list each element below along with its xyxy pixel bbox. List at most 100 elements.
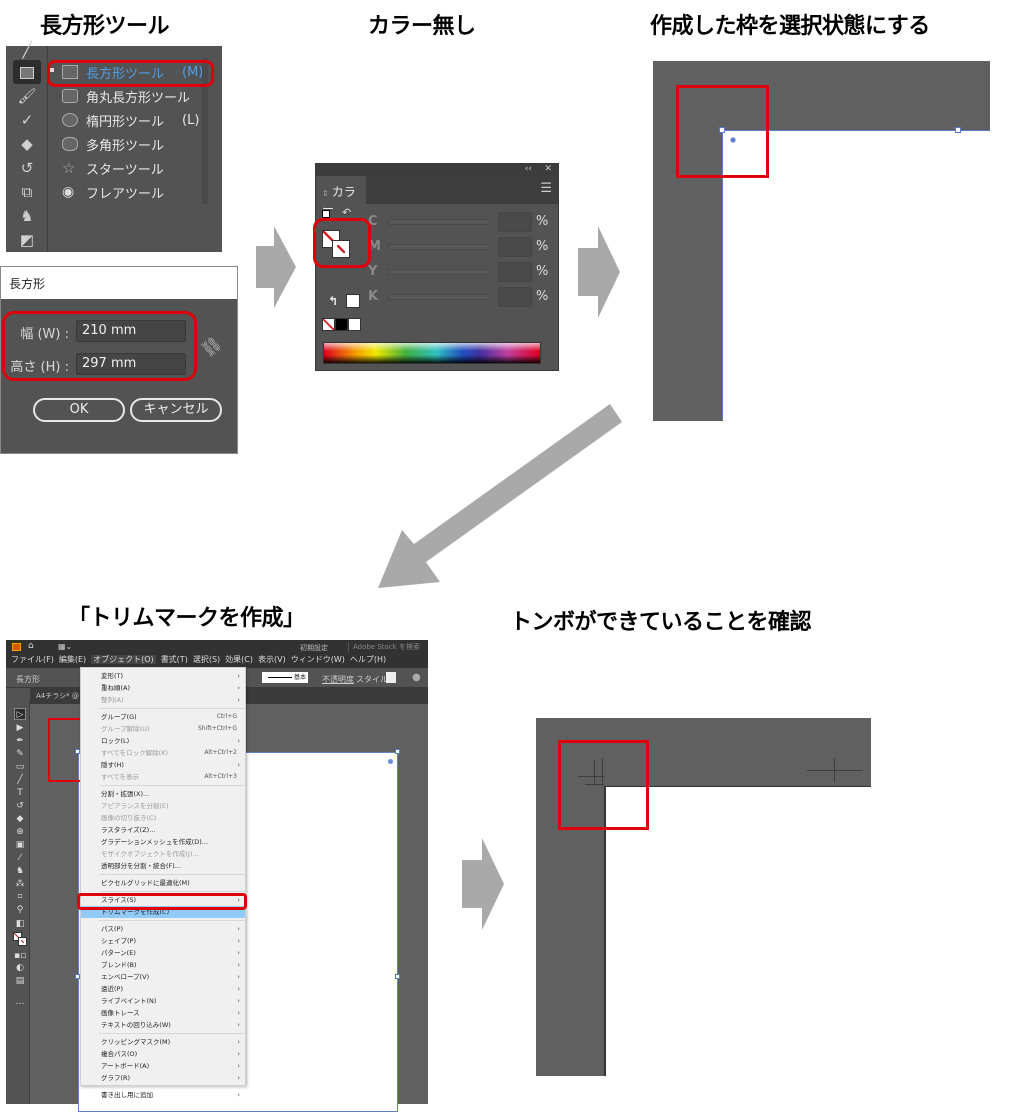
- menu-item[interactable]: ピクセルグリッドに最適化(M): [81, 877, 245, 889]
- type-tool-icon[interactable]: T: [14, 787, 26, 799]
- menu-help[interactable]: ヘルプ(H): [350, 655, 386, 664]
- rotate-tool-icon[interactable]: ↺: [14, 800, 26, 812]
- menu-item[interactable]: アピアランスを分割(E): [81, 800, 245, 812]
- color-mode-icons[interactable]: ▪▫: [14, 950, 26, 962]
- brush-tool-icon[interactable]: ╱: [14, 774, 26, 786]
- menu-item[interactable]: ロック(L) ›: [81, 735, 245, 747]
- menu-view[interactable]: 表示(V): [258, 655, 286, 664]
- menu-item[interactable]: ブレンド(B) ›: [81, 959, 245, 971]
- symbol-sprayer-icon[interactable]: ⁂: [14, 878, 26, 890]
- menu-edit[interactable]: 編集(E): [59, 655, 86, 664]
- menu-item[interactable]: グラデーションメッシュを作成(D)...: [81, 836, 245, 848]
- selection-handle[interactable]: [395, 749, 400, 754]
- eraser-icon[interactable]: ◆: [16, 134, 38, 154]
- close-icon[interactable]: ✕: [544, 164, 552, 174]
- channel-c-slider[interactable]: [388, 219, 490, 225]
- draw-mode-icon[interactable]: ◐: [14, 962, 26, 974]
- menu-item[interactable]: ライブペイント(N) ›: [81, 995, 245, 1007]
- color-spectrum[interactable]: [323, 342, 541, 364]
- menu-item[interactable]: グループ解除(U) Shift+Ctrl+G: [81, 723, 245, 735]
- white-swatch[interactable]: [348, 318, 361, 331]
- menu-item[interactable]: 整列(A) ›: [81, 694, 245, 706]
- menu-item[interactable]: クリッピングマスク(M) ›: [81, 1036, 245, 1048]
- selection-handle[interactable]: [395, 974, 400, 979]
- paintbrush-icon[interactable]: 🖌: [16, 86, 38, 106]
- menu-item[interactable]: パターン(E) ›: [81, 947, 245, 959]
- menu-window[interactable]: ウィンドウ(W): [291, 655, 345, 664]
- rotate-icon[interactable]: ↺: [16, 158, 38, 178]
- menu-item[interactable]: 透明部分を分割・統合(F)...: [81, 860, 245, 872]
- default-fill-stroke-icon[interactable]: ◧: [14, 918, 26, 930]
- panel-menu-icon[interactable]: ☰: [540, 181, 552, 196]
- tab-color[interactable]: ⇕ カラー: [316, 176, 366, 216]
- puppet-warp-icon[interactable]: ♞: [16, 206, 38, 226]
- menu-item[interactable]: テキストの回り込み(W) ›: [81, 1019, 245, 1031]
- rectangle-tool-icon[interactable]: [13, 60, 41, 84]
- none-swatch[interactable]: [322, 318, 335, 331]
- channel-y-input[interactable]: [498, 262, 532, 282]
- menu-item[interactable]: すべてをロック解除(K) Alt+Ctrl+2: [81, 747, 245, 759]
- artboard-tool-icon[interactable]: ⌗: [14, 891, 26, 903]
- menu-item[interactable]: グラフ(R) ›: [81, 1072, 245, 1084]
- zoom-tool-icon[interactable]: ⚲: [14, 904, 26, 916]
- pen-tool-icon[interactable]: ✒: [14, 735, 26, 747]
- home-icon[interactable]: ⌂: [28, 641, 34, 651]
- menu-item[interactable]: 変形(T) ›: [81, 670, 245, 682]
- menu-item[interactable]: ラスタライズ(Z)...: [81, 824, 245, 836]
- out-of-gamut-icon[interactable]: ↰: [328, 294, 338, 308]
- flyout-item-polygon[interactable]: 多角形ツール: [62, 134, 164, 154]
- workspace-switcher[interactable]: 初期設定: [300, 643, 328, 653]
- menu-item[interactable]: グループ(G) Ctrl+G: [81, 711, 245, 723]
- globe-icon[interactable]: ●: [412, 672, 421, 683]
- selection-tool-icon[interactable]: ▷: [14, 708, 26, 720]
- direct-selection-icon[interactable]: ▶: [14, 722, 26, 734]
- opacity-link[interactable]: 不透明度: [322, 674, 354, 685]
- menu-object[interactable]: オブジェクト(O): [91, 655, 156, 664]
- shape-builder-icon[interactable]: ⊕: [14, 826, 26, 838]
- puppet-warp-icon[interactable]: ♞: [14, 865, 26, 877]
- selection-handle[interactable]: [955, 127, 961, 133]
- menu-select[interactable]: 選択(S): [193, 655, 220, 664]
- line-tool-icon[interactable]: ╱: [16, 40, 38, 60]
- constrain-proportions-link-icon[interactable]: ⛓: [197, 333, 225, 361]
- channel-c-input[interactable]: [498, 212, 532, 232]
- stroke-none-indicator[interactable]: [18, 937, 27, 946]
- ok-button[interactable]: OK: [33, 398, 125, 422]
- channel-m-input[interactable]: [498, 237, 532, 257]
- gradient-tool-icon[interactable]: ▣: [14, 839, 26, 851]
- default-colors-icon[interactable]: [322, 210, 330, 218]
- menu-file[interactable]: ファイル(F): [11, 655, 54, 664]
- black-swatch[interactable]: [335, 318, 348, 331]
- screen-mode-icon[interactable]: ▤: [14, 975, 26, 987]
- flyout-item-flare[interactable]: ◉ フレアツール: [62, 182, 164, 202]
- current-color-swatch[interactable]: [346, 294, 360, 308]
- menu-item[interactable]: 遠近(P) ›: [81, 983, 245, 995]
- graphic-style-swatch[interactable]: [386, 672, 396, 683]
- menu-item[interactable]: 隠す(H) ›: [81, 759, 245, 771]
- scale-icon[interactable]: ⧉: [16, 182, 38, 202]
- menu-item[interactable]: 重ね順(A) ›: [81, 682, 245, 694]
- stock-search-input[interactable]: Adobe Stock を検索: [348, 642, 428, 652]
- eyedropper-icon[interactable]: ⁄: [14, 852, 26, 864]
- menu-item[interactable]: シェイプ(P) ›: [81, 935, 245, 947]
- menu-item[interactable]: 複合パス(O) ›: [81, 1048, 245, 1060]
- free-transform-icon[interactable]: ◩: [16, 230, 38, 250]
- flyout-item-ellipse[interactable]: 楕円形ツール (L): [62, 110, 199, 130]
- eraser-tool-icon[interactable]: ◆: [14, 813, 26, 825]
- channel-m-slider[interactable]: [388, 244, 490, 250]
- menu-item[interactable]: モザイクオブジェクトを作成(J)...: [81, 848, 245, 860]
- menu-effect[interactable]: 効果(C): [225, 655, 253, 664]
- arrange-documents-icon[interactable]: ▦⌄: [58, 642, 72, 651]
- rectangle-tool-icon[interactable]: ▭: [14, 761, 26, 773]
- channel-y-slider[interactable]: [388, 269, 490, 275]
- menu-item[interactable]: 画像の切り抜き(C): [81, 812, 245, 824]
- cancel-button[interactable]: キャンセル: [130, 398, 222, 422]
- more-tools-icon[interactable]: …: [14, 996, 26, 1008]
- channel-k-slider[interactable]: [388, 294, 490, 300]
- menu-item[interactable]: パス(P) ›: [81, 923, 245, 935]
- collapse-icon[interactable]: ‹‹: [525, 164, 532, 174]
- menu-item[interactable]: 画像トレース ›: [81, 1007, 245, 1019]
- channel-k-input[interactable]: [498, 287, 532, 307]
- curvature-tool-icon[interactable]: ✎: [14, 748, 26, 760]
- menu-item[interactable]: アートボード(A) ›: [81, 1060, 245, 1072]
